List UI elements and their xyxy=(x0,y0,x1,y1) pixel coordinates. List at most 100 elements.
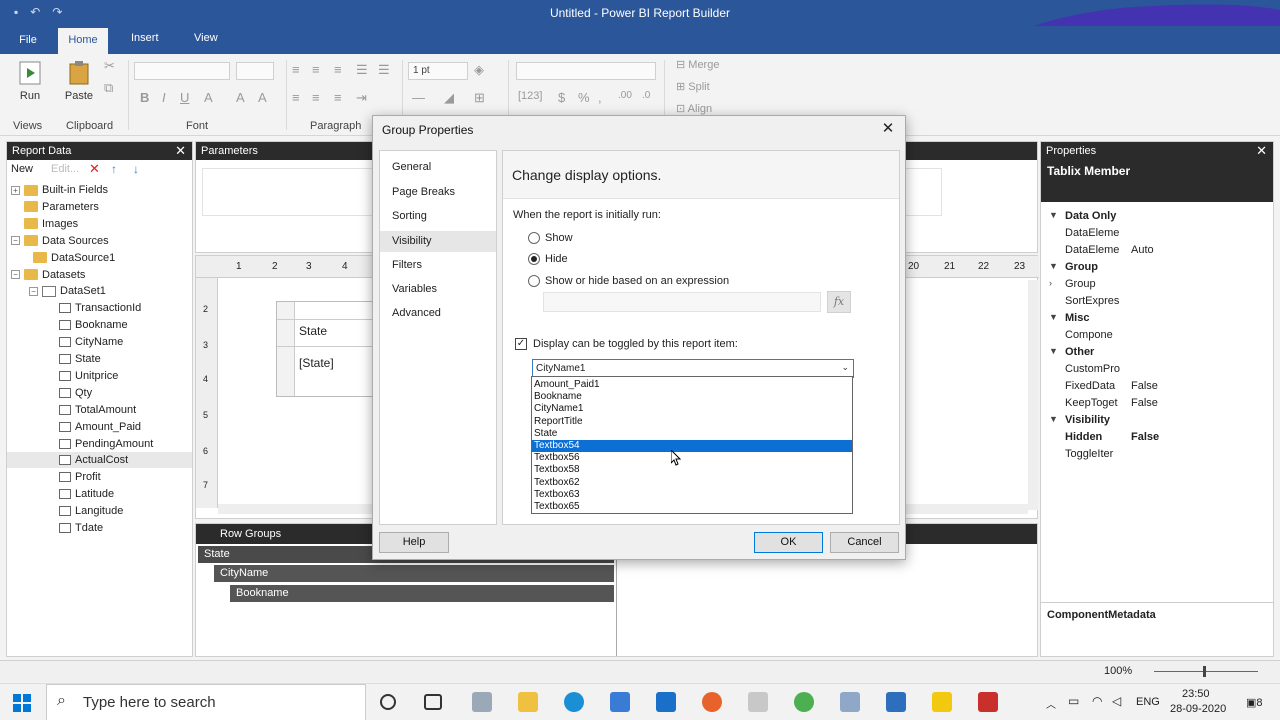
collapse-icon[interactable]: ▼ xyxy=(1049,261,1058,271)
expander-icon[interactable]: + xyxy=(11,185,20,195)
property-row[interactable]: DataEleme xyxy=(1041,227,1273,244)
nav-item-sorting[interactable]: Sorting xyxy=(392,210,427,222)
volume-icon[interactable]: ◁ xyxy=(1112,694,1121,708)
valign-bottom-icon[interactable]: ≡ xyxy=(334,90,342,105)
tree-item[interactable]: Bookname xyxy=(59,317,128,333)
numbering-icon[interactable]: ☰ xyxy=(378,62,390,78)
detail-cell[interactable]: [State] xyxy=(299,356,334,370)
tab-view[interactable]: View xyxy=(194,32,218,44)
taskbar-search-input[interactable]: ⌕ Type here to search xyxy=(46,684,366,720)
paste-button[interactable]: Paste xyxy=(62,60,96,102)
property-value[interactable]: False xyxy=(1131,431,1159,443)
merge-button[interactable]: ⊟ Merge xyxy=(676,58,719,71)
property-category[interactable]: ▼ Misc xyxy=(1041,312,1273,329)
tree-item[interactable]: TotalAmount xyxy=(59,402,136,418)
collapse-icon[interactable]: ▼ xyxy=(1049,312,1058,322)
split-button[interactable]: ⊞ Split xyxy=(676,80,710,93)
align-right-icon[interactable]: ≡ xyxy=(334,62,342,77)
shrink-font-icon[interactable]: A xyxy=(258,90,267,105)
run-button[interactable]: Run xyxy=(14,60,46,102)
property-row[interactable]: ToggleIter xyxy=(1041,448,1273,465)
property-category[interactable]: ▼ Other xyxy=(1041,346,1273,363)
nav-item-page-breaks[interactable]: Page Breaks xyxy=(392,186,455,198)
property-category[interactable]: ▼ Data Only xyxy=(1041,210,1273,227)
column-handle[interactable] xyxy=(277,302,385,320)
decrease-decimal-icon[interactable]: .0 xyxy=(642,90,650,101)
collapse-icon[interactable]: ▼ xyxy=(1049,414,1058,424)
property-value[interactable]: False xyxy=(1131,397,1158,409)
report-builder-icon[interactable] xyxy=(932,692,952,712)
dialog-close-button[interactable]: ✕ xyxy=(877,119,899,139)
notifications-icon[interactable]: ▣8 xyxy=(1246,696,1263,709)
tree-item[interactable]: ActualCost xyxy=(7,452,192,469)
number-format-combo[interactable] xyxy=(516,62,656,80)
property-category[interactable]: ▼ Visibility xyxy=(1041,414,1273,431)
tree-item[interactable]: Tdate xyxy=(59,520,103,536)
borders-icon[interactable]: ⊞ xyxy=(474,90,485,106)
tree-item[interactable]: CityName xyxy=(59,334,123,350)
close-icon[interactable]: ✕ xyxy=(175,143,186,159)
placeholder-icon[interactable]: [123] xyxy=(518,90,542,102)
tree-item[interactable]: Qty xyxy=(59,385,92,401)
dropdown-option[interactable]: ReportTitle xyxy=(532,416,852,428)
app-icon[interactable] xyxy=(472,692,492,712)
edit-button[interactable]: Edit... xyxy=(51,163,79,175)
border-style-icon[interactable]: — xyxy=(412,90,425,105)
dropdown-option[interactable]: Amount_Paid1 xyxy=(532,379,852,391)
expression-radio-label[interactable]: Show or hide based on an expression xyxy=(545,275,729,287)
app-icon[interactable] xyxy=(886,692,906,712)
property-row[interactable]: DataEleme Auto xyxy=(1041,244,1273,261)
valign-top-icon[interactable]: ≡ xyxy=(292,90,300,105)
collapse-icon[interactable]: ▼ xyxy=(1049,346,1058,356)
cortana-icon[interactable] xyxy=(380,694,396,710)
tab-insert[interactable]: Insert xyxy=(131,32,159,44)
move-up-icon[interactable]: ↑ xyxy=(111,162,117,176)
property-row[interactable]: › Group xyxy=(1041,278,1273,295)
clock-time[interactable]: 23:50 xyxy=(1182,688,1210,700)
tree-item[interactable]: Langitude xyxy=(59,503,123,519)
font-size-combo[interactable] xyxy=(236,62,274,80)
dropdown-option[interactable]: Textbox58 xyxy=(532,464,852,476)
app-icon[interactable] xyxy=(978,692,998,712)
show-radio[interactable] xyxy=(528,232,540,244)
edge-icon[interactable] xyxy=(564,692,584,712)
property-row[interactable]: FixedData False xyxy=(1041,380,1273,397)
tree-item[interactable]: + Built-in Fields xyxy=(11,182,108,198)
dropdown-option[interactable]: Textbox65 xyxy=(532,501,852,513)
italic-icon[interactable]: I xyxy=(162,90,166,105)
group-item[interactable]: Bookname xyxy=(230,585,614,602)
ok-button[interactable]: OK xyxy=(754,532,823,553)
task-view-icon[interactable] xyxy=(424,694,442,710)
zoom-slider-knob[interactable] xyxy=(1203,666,1206,677)
dropdown-option[interactable]: Textbox63 xyxy=(532,489,852,501)
nav-item-general[interactable]: General xyxy=(392,161,431,173)
tree-item[interactable]: Parameters xyxy=(11,199,99,215)
property-row[interactable]: Compone xyxy=(1041,329,1273,346)
expander-icon[interactable]: − xyxy=(11,236,20,246)
chrome-icon[interactable] xyxy=(794,692,814,712)
grow-font-icon[interactable]: A xyxy=(236,90,245,105)
header-cell[interactable]: State xyxy=(299,324,327,338)
chevron-down-icon[interactable]: ⌄ xyxy=(841,362,849,373)
nav-item-visibility[interactable]: Visibility xyxy=(380,231,496,252)
dropdown-option[interactable]: Textbox62 xyxy=(532,477,852,489)
document-icon[interactable] xyxy=(748,692,768,712)
tree-item[interactable]: Images xyxy=(11,216,78,232)
tab-file[interactable]: File xyxy=(12,26,44,54)
tree-item[interactable]: − DataSet1 xyxy=(29,283,106,299)
cancel-button[interactable]: Cancel xyxy=(830,532,899,553)
tree-item[interactable]: Amount_Paid xyxy=(59,419,141,435)
nav-item-variables[interactable]: Variables xyxy=(392,283,437,295)
tab-home[interactable]: Home xyxy=(58,28,108,54)
toggle-checkbox[interactable]: ✓ xyxy=(515,338,527,350)
tree-item[interactable]: State xyxy=(59,351,101,367)
chevron-up-icon[interactable]: ︿ xyxy=(1046,696,1056,711)
property-category[interactable]: ▼ Group xyxy=(1041,261,1273,278)
clock-date[interactable]: 28-09-2020 xyxy=(1170,703,1226,715)
align-center-icon[interactable]: ≡ xyxy=(312,62,320,77)
expander-icon[interactable]: − xyxy=(29,286,38,296)
property-row[interactable]: Hidden False xyxy=(1041,431,1273,448)
expander-icon[interactable]: − xyxy=(11,270,20,279)
expression-input[interactable] xyxy=(543,292,821,312)
language-indicator[interactable]: ENG xyxy=(1136,696,1160,708)
